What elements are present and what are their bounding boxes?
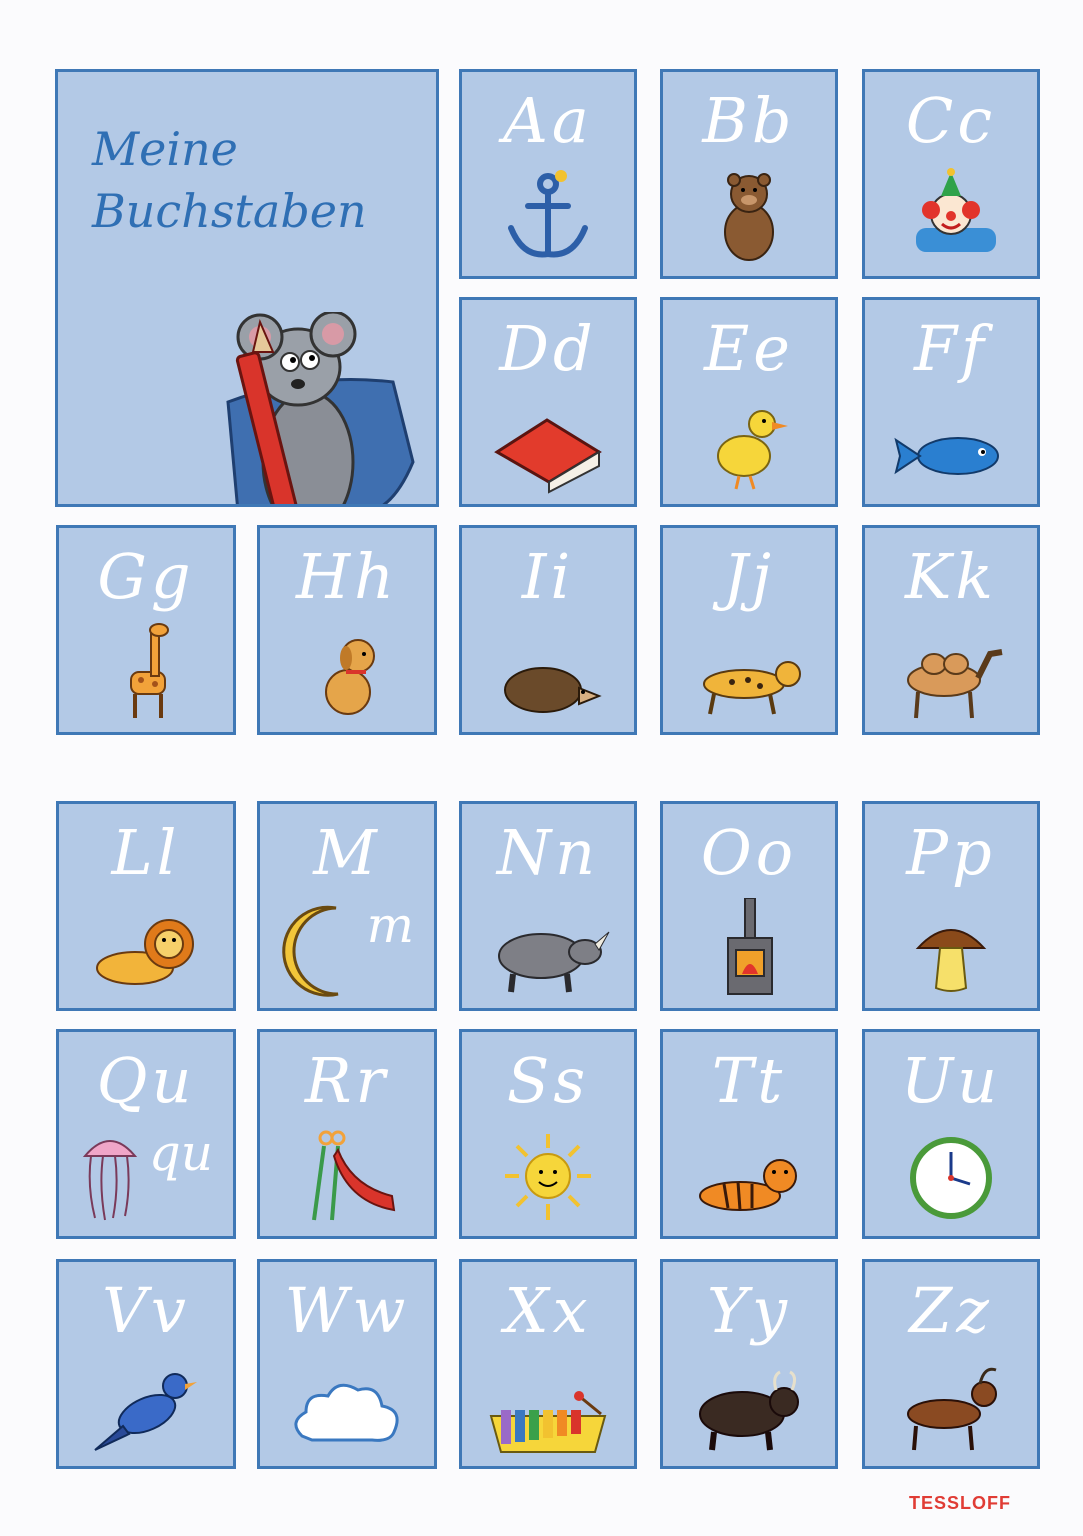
anchor-icon [508, 170, 588, 258]
rhino-icon [498, 931, 610, 993]
letter-pair: Ff [914, 312, 988, 385]
xylophone-icon [489, 1391, 607, 1453]
letter-card-f: Ff [862, 297, 1040, 507]
letter-card-c: Cc [862, 69, 1040, 279]
letter-card-i: Ii [459, 525, 637, 735]
giraffe-icon [130, 623, 169, 718]
mouse-with-pencil-icon [226, 312, 415, 504]
letter-pair: Qu [96, 1044, 196, 1117]
letter-card-q: Qu qu [56, 1029, 236, 1239]
letter-pair: Uu [900, 1044, 1002, 1117]
letter-pair: M [313, 816, 381, 889]
letter-pair: Gg [97, 540, 195, 613]
letter-card-z: Zz [862, 1259, 1040, 1469]
camel-icon [907, 649, 1003, 719]
letter-pair: Vv [102, 1274, 190, 1347]
poster-title: Meine Buchstaben [92, 118, 367, 242]
title-card: Meine Buchstaben [55, 69, 439, 507]
letter-card-y: Yy [660, 1259, 838, 1469]
bird-icon [94, 1373, 197, 1451]
letter-card-s: Ss [459, 1029, 637, 1239]
tiger-icon [699, 1159, 797, 1211]
cloud-icon [294, 1383, 399, 1442]
slide-icon [312, 1130, 396, 1221]
jaguar-icon [703, 661, 801, 715]
jellyfish-icon [82, 1140, 138, 1221]
letter-pair: Jj [722, 540, 776, 613]
roof-icon [494, 418, 602, 494]
letter-pair: Cc [905, 84, 997, 157]
lion-icon [96, 919, 194, 985]
letter-pair: Yy [707, 1274, 791, 1347]
letter-card-d: Dd [459, 297, 637, 507]
letter-pair: Ww [284, 1274, 410, 1347]
title-line-1: Meine [92, 122, 238, 176]
letter-pair: Ss [506, 1044, 590, 1117]
letter-pair: Rr [304, 1044, 390, 1117]
hedgehog-icon [504, 667, 602, 713]
letter-card-u: Uu [862, 1029, 1040, 1239]
letter-pair: Tt [711, 1044, 787, 1117]
yak-icon [699, 1370, 799, 1451]
dog-icon [325, 639, 375, 715]
letter-card-o: Oo [660, 801, 838, 1011]
letter-card-k: Kk [862, 525, 1040, 735]
letter-pair: Ii [521, 540, 575, 613]
title-line-2: Buchstaben [92, 184, 367, 238]
letter-card-j: Jj [660, 525, 838, 735]
letter-card-m: M m [257, 801, 437, 1011]
letter-pair: Aa [503, 84, 593, 157]
letter-card-x: Xx [459, 1259, 637, 1469]
publisher-logo: TESSLOFF [909, 1493, 1011, 1513]
letter-pair: Kk [905, 540, 997, 613]
letter-pair: Nn [496, 816, 600, 889]
letter-card-a: Aa [459, 69, 637, 279]
stove-icon [727, 898, 773, 995]
duck-icon [717, 410, 788, 490]
letter-pair: Pp [906, 816, 996, 889]
letter-pair: Dd [499, 312, 597, 385]
fish-icon [894, 437, 999, 475]
letter-card-t: Tt [660, 1029, 838, 1239]
letter-card-l: Ll [56, 801, 236, 1011]
letter-card-r: Rr [257, 1029, 437, 1239]
bear-icon [724, 173, 774, 261]
letter-pair: Xx [504, 1274, 592, 1347]
letter-pair: Oo [700, 816, 798, 889]
sun-icon [505, 1134, 591, 1220]
letter-pair: Bb [702, 84, 796, 157]
letter-card-b: Bb [660, 69, 838, 279]
letter-card-p: Pp [862, 801, 1040, 1011]
letter-card-w: Ww [257, 1259, 437, 1469]
letter-pair: Hh [296, 540, 398, 613]
moon-icon [282, 905, 339, 997]
letter-card-h: Hh [257, 525, 437, 735]
letter-card-n: Nn [459, 801, 637, 1011]
mushroom-icon [915, 929, 987, 992]
letter-card-e: Ee [660, 297, 838, 507]
letter-card-v: Vv [56, 1259, 236, 1469]
letter-pair: Ll [111, 816, 181, 889]
goat-icon [907, 1367, 997, 1451]
clock-icon [910, 1137, 992, 1219]
letter-card-g: Gg [56, 525, 236, 735]
clown-icon [916, 168, 996, 252]
letter-pair: Zz [909, 1274, 993, 1347]
letter-pair: Ee [704, 312, 794, 385]
